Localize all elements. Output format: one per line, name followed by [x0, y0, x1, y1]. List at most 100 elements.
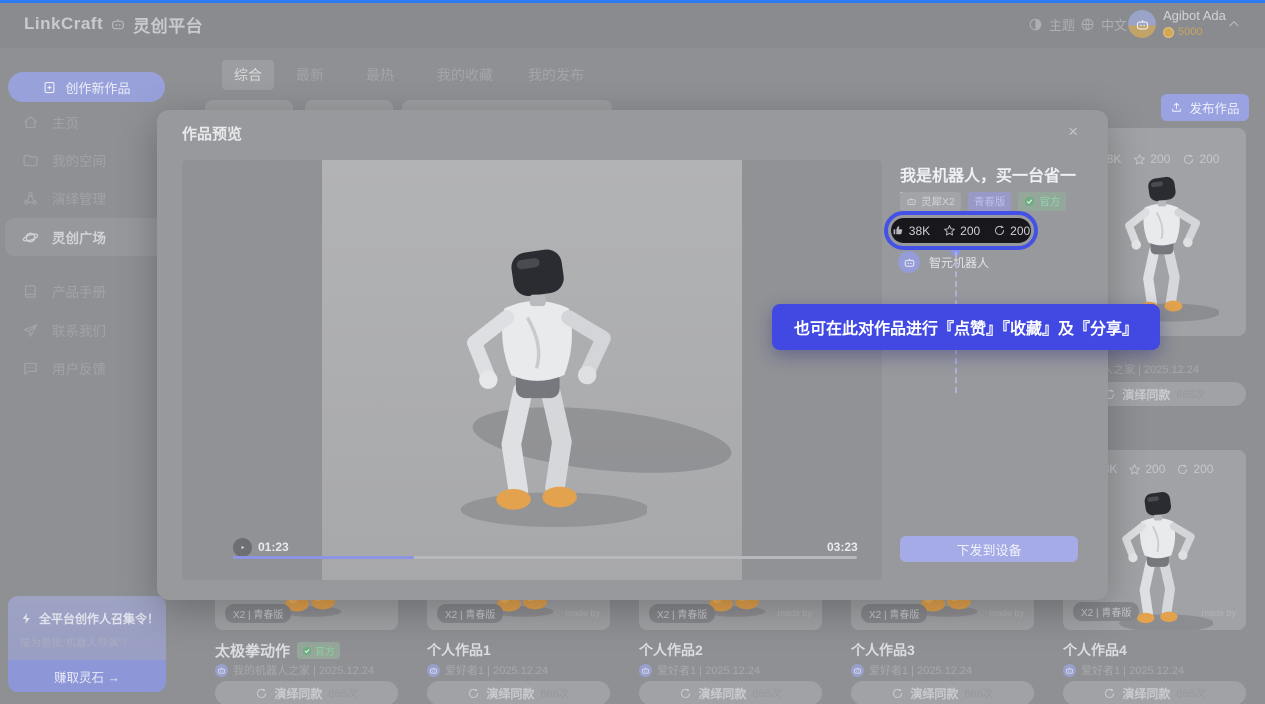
tab-my-favorites[interactable]: 我的收藏: [437, 65, 493, 85]
upload-icon: [1170, 101, 1183, 114]
official-chip: 官方: [297, 642, 340, 659]
share-stat[interactable]: 200: [1176, 462, 1213, 476]
card-author-line: 爱好者1 | 2025.12.24: [427, 662, 548, 678]
promo-subtitle: 成为首批"机器人导演"！: [20, 635, 166, 650]
share-stat[interactable]: 200: [1182, 152, 1219, 166]
replay-icon: [255, 687, 268, 700]
work-author-row[interactable]: 智元机器人: [898, 251, 989, 273]
create-new-work-button[interactable]: 创作新作品: [8, 72, 165, 102]
share-icon: [1176, 463, 1189, 476]
tab-my-posts[interactable]: 我的发布: [528, 65, 584, 85]
replay-icon: [891, 687, 904, 700]
check-circle-icon: [1024, 196, 1035, 207]
replay-same-button[interactable]: 演绎同款666次: [851, 681, 1034, 704]
sidebar-item-label: 灵创广场: [52, 227, 106, 247]
progress-bar[interactable]: [233, 556, 857, 559]
card-title[interactable]: 个人作品4: [1063, 640, 1127, 660]
chevron-up-icon[interactable]: [1226, 16, 1242, 32]
replay-icon: [467, 687, 480, 700]
theme-label: 主题: [1049, 15, 1075, 34]
work-preview-modal: 作品预览 × 01:23 03:23 我是机器人，买一台省一百！ 灵犀X2 青春…: [157, 110, 1108, 600]
made-by-watermark: made by: [565, 608, 600, 618]
brand-name: LinkCraft: [24, 14, 103, 34]
robot-thumbnail: [1099, 150, 1219, 330]
sidebar-item-plaza[interactable]: 灵创广场: [5, 218, 165, 256]
replay-label: 演绎同款: [1122, 386, 1170, 403]
nodes-icon: [22, 190, 39, 207]
model-badge: X2 | 青春版: [1073, 602, 1139, 621]
publish-work-button[interactable]: 发布作品: [1161, 94, 1249, 121]
share-icon: [1182, 153, 1195, 166]
sidebar-item-feedback[interactable]: 用户反馈: [0, 349, 172, 387]
brand-suffix: 灵创平台: [133, 12, 203, 37]
like-count: 38K: [909, 224, 930, 238]
doc-plus-icon: [42, 80, 57, 95]
replay-icon: [1103, 687, 1116, 700]
card-title-row: 太极拳动作 官方: [215, 640, 340, 661]
close-icon[interactable]: ×: [1062, 121, 1084, 143]
replay-same-button[interactable]: 演绎同款666次: [1063, 681, 1246, 704]
card-author-line: 爱好者1 | 2025.12.24: [1063, 662, 1184, 678]
card-title[interactable]: 个人作品3: [851, 640, 915, 660]
book-icon: [22, 283, 39, 300]
theme-toggle[interactable]: 主题: [1028, 0, 1075, 48]
robot-face-icon: [906, 196, 917, 207]
author-date-text: 我的机器人之家 | 2025.12.24: [233, 662, 374, 678]
video-player[interactable]: 01:23 03:23: [182, 160, 882, 580]
play-button[interactable]: [233, 538, 252, 557]
replay-same-button[interactable]: 演绎同款666次: [215, 681, 398, 704]
sidebar-item-contact[interactable]: 联系我们: [0, 311, 172, 349]
author-avatar: [215, 664, 228, 677]
user-coins: 5000: [1163, 26, 1202, 38]
promo-title: 全平台创作人召集令！: [39, 610, 159, 627]
tab-newest[interactable]: 最新: [296, 65, 324, 85]
like-icon: [892, 224, 905, 237]
work-stats-pill[interactable]: 38K 200 200: [891, 218, 1031, 243]
star-icon: [943, 224, 956, 237]
sidebar-item-label: 产品手册: [52, 281, 106, 301]
author-avatar: [898, 251, 920, 273]
tab-all[interactable]: 综合: [222, 60, 274, 90]
made-by-watermark: made by: [1201, 608, 1236, 618]
author-date-text: 爱好者1 | 2025.12.24: [1081, 662, 1184, 678]
robot-figure: [417, 198, 647, 543]
coin-icon: [1163, 27, 1174, 38]
user-avatar[interactable]: [1128, 10, 1156, 38]
sidebar-item-home[interactable]: 主页: [0, 103, 172, 141]
card-author-line: 爱好者1 | 2025.12.24: [851, 662, 972, 678]
author-avatar: [639, 664, 652, 677]
user-name[interactable]: Agibot Ada: [1163, 8, 1226, 23]
deploy-to-device-button[interactable]: 下发到设备: [900, 536, 1078, 562]
author-avatar: [851, 664, 864, 677]
favorite-count: 200: [1150, 152, 1170, 166]
model-badge: X2 | 青春版: [225, 604, 291, 623]
favorite-stat[interactable]: 200: [1133, 152, 1170, 166]
share-count: 200: [1199, 152, 1219, 166]
language-switcher[interactable]: 中文: [1080, 0, 1127, 48]
tab-hottest[interactable]: 最热: [366, 65, 394, 85]
brand-logo[interactable]: LinkCraft 灵创平台: [24, 0, 203, 48]
share-stat[interactable]: 200: [993, 224, 1030, 238]
earn-gems-button[interactable]: 赚取灵石 →: [8, 660, 166, 692]
sidebar-item-label: 主页: [52, 112, 79, 132]
theme-icon: [1028, 17, 1043, 32]
favorite-stat[interactable]: 200: [943, 224, 980, 238]
author-date-text: 爱好者1 | 2025.12.24: [869, 662, 972, 678]
card-title[interactable]: 个人作品1: [427, 640, 491, 660]
star-icon: [1133, 153, 1146, 166]
share-icon: [993, 224, 1006, 237]
like-stat[interactable]: 38K: [892, 224, 930, 238]
app-stage: LinkCraft 灵创平台 主题 中文 Agibot Ada 5000 创作新…: [0, 0, 1265, 704]
modal-title: 作品预览: [182, 123, 242, 144]
replay-same-button[interactable]: 演绎同款666次: [639, 681, 822, 704]
author-date-text: 人之家 | 2025.12.24: [1102, 361, 1199, 377]
card-title[interactable]: 太极拳动作: [215, 640, 290, 661]
sidebar-item-my-space[interactable]: 我的空间: [0, 141, 172, 179]
favorite-stat[interactable]: 200: [1128, 462, 1165, 476]
card-title[interactable]: 个人作品2: [639, 640, 703, 660]
replay-same-button[interactable]: 演绎同款666次: [427, 681, 610, 704]
sidebar-item-performance[interactable]: 演绎管理: [0, 179, 172, 217]
sidebar-item-manual[interactable]: 产品手册: [0, 272, 172, 310]
sidebar-item-label: 我的空间: [52, 150, 106, 170]
publish-work-label: 发布作品: [1189, 98, 1239, 117]
